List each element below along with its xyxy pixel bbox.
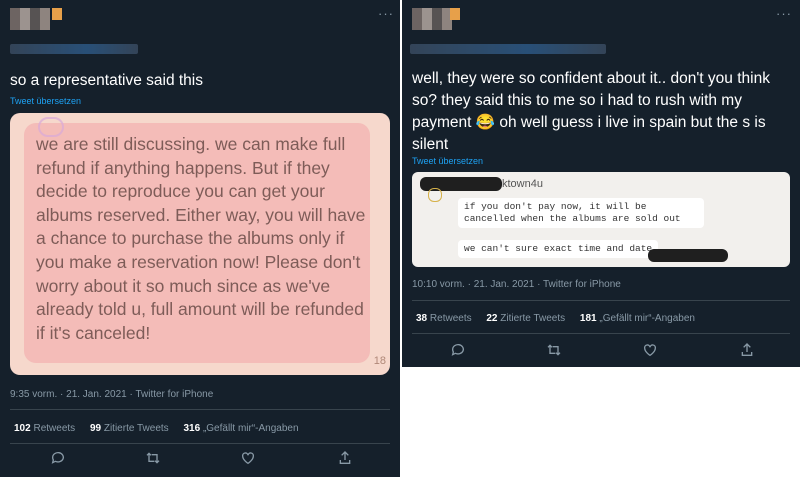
chat-header: ktown4u [502,178,543,190]
tweet-image[interactable]: we are still discussing. we can make ful… [10,113,390,375]
likes-stat[interactable]: 316 „Gefällt mir“-Angaben [183,423,298,434]
retweets-stat[interactable]: 102 Retweets [14,423,75,434]
like-icon[interactable] [594,342,706,358]
avatar-accent [52,8,62,20]
chat-message: if you don't pay now, it will be cancell… [458,198,704,228]
reply-icon[interactable] [0,450,115,466]
quotes-stat[interactable]: 99 Zitierte Tweets [90,423,169,434]
tweet-image[interactable]: ktown4u if you don't pay now, it will be… [412,172,790,267]
tweet-stats: 102 Retweets 99 Zitierte Tweets 316 „Gef… [14,423,311,434]
chat-message: we can't sure exact time and date [458,240,659,258]
avatar-icon [428,188,442,202]
chat-bubble-text: we are still discussing. we can make ful… [36,134,366,343]
translate-link[interactable]: Tweet übersetzen [10,96,81,106]
quotes-stat[interactable]: 22 Zitierte Tweets [486,313,565,324]
username-redacted[interactable] [410,44,606,54]
tweet-left: ··· so a representative said this Tweet … [0,0,400,477]
tweet-right: ··· well, they were so confident about i… [402,0,800,367]
image-corner-mark: 18 [373,355,386,367]
likes-stat[interactable]: 181 „Gefällt mir“-Angaben [580,313,695,324]
chat-bubble: we are still discussing. we can make ful… [24,123,370,363]
reply-icon[interactable] [402,342,514,358]
divider [412,333,790,334]
tweet-actions [402,342,800,358]
like-icon[interactable] [190,450,305,466]
retweet-icon[interactable] [115,450,190,466]
translate-link[interactable]: Tweet übersetzen [412,156,483,166]
divider [10,409,390,410]
avatar-accent [450,8,460,20]
tweet-text: so a representative said this [10,72,203,89]
tweet-meta: 9:35 vorm. · 21. Jan. 2021 · Twitter for… [10,389,214,400]
retweet-icon[interactable] [514,342,594,358]
divider [412,300,790,301]
share-icon[interactable] [706,342,788,358]
tweet-actions [0,450,400,466]
decoration-icon [38,117,64,137]
username-redacted[interactable] [10,44,138,54]
more-options-icon[interactable]: ··· [776,6,792,21]
avatar[interactable] [10,8,50,30]
avatar[interactable] [412,8,452,30]
tweet-meta: 10:10 vorm. · 21. Jan. 2021 · Twitter fo… [412,279,621,290]
more-options-icon[interactable]: ··· [378,6,394,21]
tweet-text: well, they were so confident about it.. … [412,70,770,153]
divider [10,443,390,444]
share-icon[interactable] [305,450,385,466]
tweet-stats: 38 Retweets 22 Zitierte Tweets 181 „Gefä… [416,313,707,324]
retweets-stat[interactable]: 38 Retweets [416,313,472,324]
redacted-time [648,249,728,262]
